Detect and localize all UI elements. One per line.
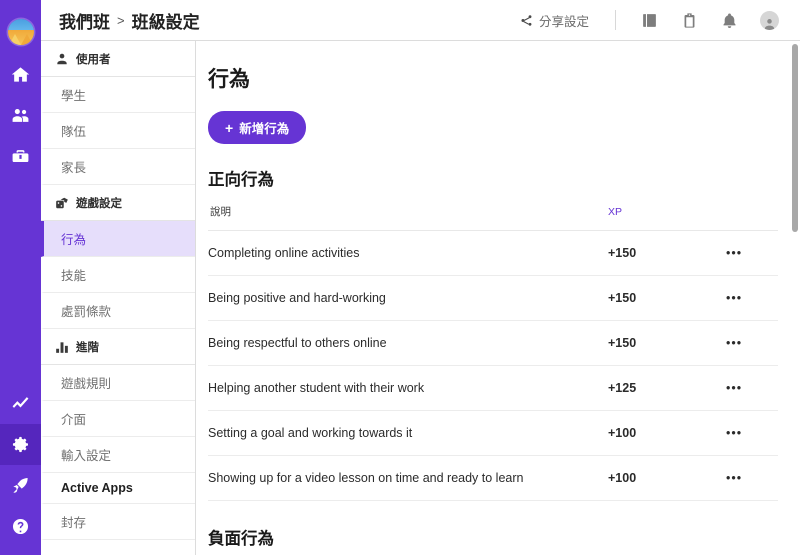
logo-circle — [7, 19, 34, 45]
sidebar-section-advanced: 進階 — [41, 329, 195, 365]
row-menu-icon[interactable]: ••• — [726, 455, 778, 501]
row-menu-icon[interactable]: ••• — [726, 365, 778, 411]
column-header-menu — [726, 204, 778, 231]
sidebar-section-label: 遊戲設定 — [76, 198, 122, 210]
rail-bottom-group — [0, 383, 41, 555]
sidebar-item-interface[interactable]: 介面 — [41, 401, 195, 437]
sidebar-section-label: 使用者 — [76, 54, 111, 66]
behavior-description: Showing up for a video lesson on time an… — [208, 455, 608, 501]
sidebar-item-parents[interactable]: 家長 — [41, 149, 195, 185]
share-settings-button[interactable]: 分享設定 — [508, 11, 601, 30]
behavior-xp: +150 — [608, 230, 726, 276]
add-behavior-button[interactable]: + 新增行為 — [208, 111, 307, 144]
page-title: 行為 — [208, 68, 250, 91]
bar-chart-icon — [56, 342, 68, 353]
behavior-description: Helping another student with their work — [208, 365, 608, 411]
table-body: Completing online activities +150 ••• Be… — [208, 230, 778, 501]
table-row[interactable]: Being respectful to others online +150 •… — [208, 320, 778, 366]
analytics-icon[interactable] — [0, 383, 41, 424]
column-header-xp: XP — [608, 204, 726, 231]
row-menu-icon[interactable]: ••• — [726, 230, 778, 276]
sidebar-section-game-settings: 遊戲設定 — [41, 185, 195, 221]
sidebar-item-input-settings[interactable]: 輸入設定 — [41, 437, 195, 473]
sidebar-section-users: 使用者 — [41, 41, 195, 77]
row-menu-icon[interactable]: ••• — [726, 410, 778, 456]
sidebar-item-archive[interactable]: 封存 — [41, 504, 195, 540]
rocket-icon[interactable] — [0, 465, 41, 506]
main-content: 行為 + 新增行為 正向行為 說明 XP Completing online a… — [196, 0, 800, 555]
header-actions: 分享設定 — [508, 0, 800, 41]
help-icon[interactable] — [0, 506, 41, 547]
clipboard-checklist-icon[interactable] — [670, 0, 708, 41]
app-root: 使用者 學生 隊伍 家長 遊戲設定 行為 技能 處罰條款 進階 遊戲規則 介面 … — [0, 0, 800, 555]
sidebar-item-students[interactable]: 學生 — [41, 77, 195, 113]
primary-nav-rail — [0, 0, 41, 555]
breadcrumb-root[interactable]: 我們班 — [59, 8, 110, 33]
breadcrumb-separator: > — [117, 12, 125, 28]
avatar — [759, 10, 779, 30]
settings-sidebar: 使用者 學生 隊伍 家長 遊戲設定 行為 技能 處罰條款 進階 遊戲規則 介面 … — [41, 0, 196, 555]
sidebar-section-label: 進階 — [76, 342, 99, 354]
positive-behaviors-table: 說明 XP Completing online activities +150 … — [208, 204, 778, 501]
students-icon[interactable] — [0, 95, 41, 136]
toolkit-icon[interactable] — [0, 136, 41, 177]
row-menu-icon[interactable]: ••• — [726, 320, 778, 366]
table-header-row: 說明 XP — [208, 204, 778, 231]
behavior-description: Setting a goal and working towards it — [208, 410, 608, 456]
sidebar-item-behaviors[interactable]: 行為 — [41, 221, 195, 257]
notifications-bell-icon[interactable] — [710, 0, 748, 41]
user-avatar-icon[interactable] — [750, 0, 788, 41]
table-row[interactable]: Showing up for a video lesson on time an… — [208, 455, 778, 501]
table-row[interactable]: Helping another student with their work … — [208, 365, 778, 411]
behavior-xp: +150 — [608, 320, 726, 366]
main-inner: 行為 + 新增行為 正向行為 說明 XP Completing online a… — [196, 41, 800, 549]
share-icon — [521, 14, 532, 26]
breadcrumb: 我們班 > 班級設定 — [41, 8, 200, 33]
sidebar-item-teams[interactable]: 隊伍 — [41, 113, 195, 149]
share-settings-label: 分享設定 — [538, 14, 589, 29]
table-head: 說明 XP — [208, 204, 778, 231]
dice-icon — [56, 197, 68, 209]
behavior-xp: +100 — [608, 455, 726, 501]
column-header-description: 說明 — [208, 204, 608, 231]
sidebar-item-penalties[interactable]: 處罰條款 — [41, 293, 195, 329]
sidebar-item-skills[interactable]: 技能 — [41, 257, 195, 293]
table-row[interactable]: Setting a goal and working towards it +1… — [208, 410, 778, 456]
classcraft-mountain-logo[interactable] — [0, 10, 41, 54]
home-icon[interactable] — [0, 54, 41, 95]
row-menu-icon[interactable]: ••• — [726, 275, 778, 321]
positive-behaviors-title: 正向行為 — [208, 171, 274, 189]
behavior-description: Being respectful to others online — [208, 320, 608, 366]
news-book-icon[interactable] — [630, 0, 668, 41]
table-row[interactable]: Completing online activities +150 ••• — [208, 230, 778, 276]
breadcrumb-current: 班級設定 — [131, 12, 200, 32]
behavior-description: Being positive and hard-working — [208, 275, 608, 321]
settings-gear-icon[interactable] — [0, 424, 41, 465]
behavior-xp: +125 — [608, 365, 726, 411]
add-behavior-label: 新增行為 — [239, 122, 290, 136]
negative-behaviors-title: 負面行為 — [208, 530, 274, 548]
top-header: 我們班 > 班級設定 分享設定 — [41, 0, 800, 41]
behavior-xp: +150 — [608, 275, 726, 321]
table-row[interactable]: Being positive and hard-working +150 ••• — [208, 275, 778, 321]
plus-icon: + — [225, 119, 234, 136]
rail-top-group — [0, 0, 41, 177]
sidebar-item-game-rules[interactable]: 遊戲規則 — [41, 365, 195, 401]
header-divider — [615, 10, 616, 30]
sidebar-item-active-apps[interactable]: Active Apps — [41, 473, 195, 504]
user-icon — [57, 53, 67, 65]
behavior-description: Completing online activities — [208, 230, 608, 276]
behavior-xp: +100 — [608, 410, 726, 456]
